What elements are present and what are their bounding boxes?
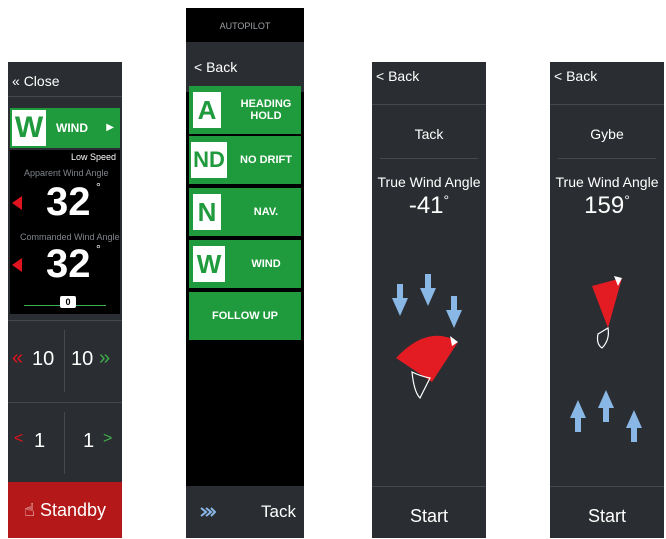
- chevron-left-icon: <: [14, 430, 24, 447]
- divider: [550, 104, 664, 105]
- back-label: Back: [388, 68, 420, 84]
- starboard-1-label: 1: [83, 430, 95, 452]
- true-wind-angle-value: -41°: [408, 192, 450, 219]
- true-wind-angle-label: True Wind Angle: [377, 174, 481, 190]
- boat-icon: [596, 327, 609, 349]
- mode-letter: W: [12, 110, 46, 146]
- speed-label: Low Speed: [70, 152, 116, 162]
- heading-hold-label: HEADING HOLD: [240, 98, 292, 122]
- close-button[interactable]: « Close: [8, 66, 126, 96]
- wind-button[interactable]: W WIND: [189, 240, 301, 288]
- port-10-button[interactable]: « 10: [8, 330, 64, 392]
- commanded-wind-value: 32: [46, 242, 91, 286]
- port-indicator-icon: [12, 258, 22, 272]
- port-1-button[interactable]: < 1: [8, 412, 64, 474]
- nav-button[interactable]: N NAV.: [189, 188, 301, 236]
- divider: [372, 104, 486, 105]
- tack-diagram: [392, 274, 462, 400]
- no-drift-button[interactable]: ND NO DRIFT: [189, 136, 301, 184]
- mode-letter: W: [193, 246, 225, 282]
- divider: [8, 402, 122, 403]
- wind-arrow-icon: [392, 274, 462, 328]
- double-chevron-left-icon: «: [12, 73, 20, 89]
- divider: [380, 158, 478, 159]
- port-10-label: 10: [32, 348, 55, 370]
- port-indicator-icon: [12, 196, 22, 210]
- heading-hold-button[interactable]: A HEADING HOLD: [189, 86, 301, 134]
- gybe-panel: < Back Gybe True Wind Angle 159° Start: [550, 62, 664, 538]
- chevron-left-icon: <: [554, 68, 563, 84]
- sail-sector: [592, 278, 622, 328]
- chevron-right-icon: ▶: [106, 122, 114, 133]
- port-1-label: 1: [34, 430, 46, 452]
- panel-title: Gybe: [590, 126, 624, 142]
- starboard-1-button[interactable]: 1 >: [65, 412, 122, 474]
- close-label: Close: [23, 73, 60, 89]
- divider: [558, 158, 656, 159]
- wind-readout: Low Speed Apparent Wind Angle 32 ° Comma…: [10, 150, 120, 314]
- wind-mode-button[interactable]: W WIND ▶: [10, 108, 120, 148]
- rudder-counter: 0: [60, 296, 76, 308]
- autopilot-title: AUTOPILOT: [219, 21, 271, 31]
- mode-letter: ND: [191, 142, 227, 178]
- start-button[interactable]: Start: [372, 506, 486, 527]
- wind-arrow-icon: [570, 390, 642, 442]
- back-button[interactable]: < Back: [554, 68, 597, 84]
- degree-symbol: °: [96, 180, 101, 194]
- standby-button[interactable]: ☝ Standby: [8, 482, 122, 538]
- panel-title: Tack: [414, 126, 444, 142]
- nav-label: NAV.: [253, 206, 279, 218]
- starboard-10-button[interactable]: 10 »: [65, 330, 122, 392]
- chevron-right-icon: >: [103, 430, 113, 447]
- start-button[interactable]: Start: [550, 506, 664, 527]
- divider: [372, 486, 486, 487]
- divider: [8, 320, 122, 321]
- back-label: Back: [206, 59, 238, 75]
- tack-panel: < Back Tack True Wind Angle -41° Start: [372, 62, 486, 538]
- wind-mode-panel: « Close W WIND ▶ Low Speed Apparent Wind…: [8, 62, 122, 538]
- gybe-diagram: [570, 276, 642, 442]
- commanded-wind-label: Commanded Wind Angle: [20, 232, 120, 242]
- follow-up-label: FOLLOW UP: [212, 310, 278, 322]
- standby-label: Standby: [39, 500, 107, 520]
- double-chevron-right-icon: »: [99, 347, 111, 369]
- chevron-left-icon: <: [194, 59, 203, 75]
- back-label: Back: [566, 68, 598, 84]
- tack-button[interactable]: Tack: [261, 486, 296, 538]
- follow-up-button[interactable]: FOLLOW UP: [189, 292, 301, 340]
- double-chevron-left-icon: «: [12, 347, 24, 369]
- back-button[interactable]: < Back: [186, 42, 304, 92]
- waves-icon: [200, 507, 216, 517]
- sail-sector: [396, 335, 458, 382]
- starboard-10-label: 10: [71, 348, 94, 370]
- divider: [8, 96, 122, 97]
- divider: [550, 486, 664, 487]
- autopilot-menu-panel: AUTOPILOT < Back A HEADING HOLD ND NO DR…: [186, 8, 304, 538]
- no-drift-label: NO DRIFT: [240, 154, 292, 166]
- bottom-bar: Tack: [186, 486, 304, 538]
- apparent-wind-value: 32: [46, 180, 91, 224]
- wind-label: WIND: [251, 258, 281, 270]
- degree-symbol: °: [96, 242, 101, 256]
- mode-letter: N: [193, 194, 221, 230]
- true-wind-angle-label: True Wind Angle: [555, 174, 659, 190]
- true-wind-angle-value: 159°: [584, 192, 630, 219]
- apparent-wind-label: Apparent Wind Angle: [24, 168, 109, 178]
- mode-label: WIND: [56, 121, 88, 135]
- hand-icon: ☝: [23, 500, 35, 520]
- chevron-left-icon: <: [376, 68, 385, 84]
- mode-letter: A: [193, 92, 221, 128]
- back-button[interactable]: < Back: [376, 68, 419, 84]
